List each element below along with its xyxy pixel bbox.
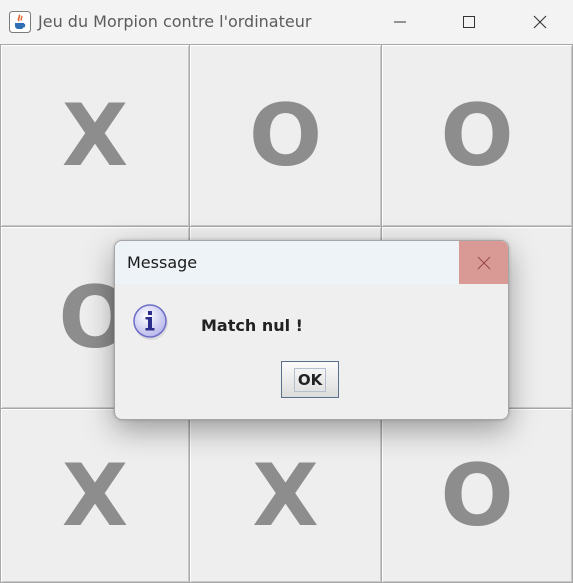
cell-mark: O bbox=[440, 85, 514, 186]
dialog-close-button[interactable] bbox=[459, 241, 508, 284]
board-cell[interactable]: X bbox=[0, 408, 190, 583]
maximize-button[interactable] bbox=[446, 6, 492, 38]
cell-mark: X bbox=[252, 445, 319, 546]
cell-mark: X bbox=[61, 445, 129, 546]
cell-mark: X bbox=[61, 85, 129, 186]
cell-mark: O bbox=[248, 85, 323, 186]
dialog-message: Match nul ! bbox=[201, 316, 303, 335]
board-cell[interactable]: O bbox=[381, 44, 573, 227]
dialog-title: Message bbox=[127, 253, 198, 272]
java-cup-icon bbox=[9, 11, 31, 33]
board-cell[interactable]: X bbox=[0, 44, 190, 227]
window-title: Jeu du Morpion contre l'ordinateur bbox=[38, 12, 312, 31]
ok-button-label: OK bbox=[293, 367, 327, 392]
board-cell[interactable]: O bbox=[381, 408, 573, 583]
board-cell[interactable]: O bbox=[189, 44, 382, 227]
message-dialog: Message Match nul ! OK bbox=[114, 240, 509, 420]
dialog-titlebar: Message bbox=[115, 241, 508, 284]
cell-mark: O bbox=[440, 445, 514, 546]
minimize-button[interactable] bbox=[377, 6, 423, 38]
minimize-icon bbox=[394, 21, 406, 23]
close-icon bbox=[477, 256, 490, 269]
board-cell[interactable]: X bbox=[189, 408, 382, 583]
maximize-icon bbox=[463, 16, 475, 28]
close-button[interactable] bbox=[517, 6, 563, 38]
ok-button[interactable]: OK bbox=[281, 361, 339, 398]
info-icon bbox=[132, 303, 170, 341]
close-icon bbox=[533, 15, 547, 29]
window-titlebar: Jeu du Morpion contre l'ordinateur bbox=[0, 0, 573, 44]
